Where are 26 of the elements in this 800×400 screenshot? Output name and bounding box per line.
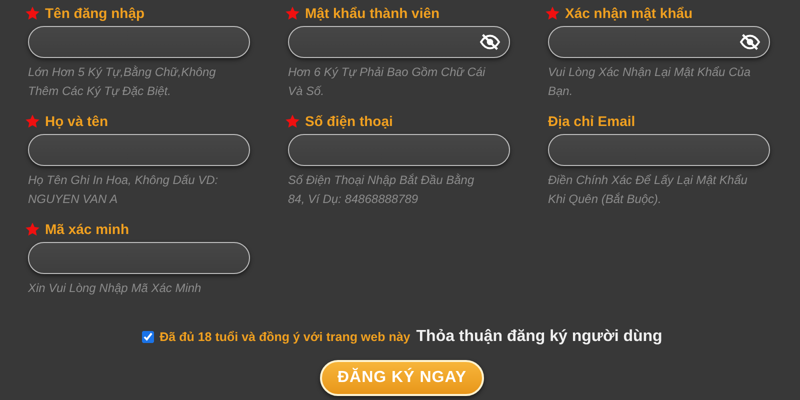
- agree-checkbox[interactable]: [142, 331, 154, 343]
- field-hint: Vui Lòng Xác Nhận Lại Mật Khẩu Của Bạn.: [548, 64, 752, 100]
- field-hint: Hơn 6 Ký Tự Phải Bao Gồm Chữ Cái Và Số.: [288, 64, 486, 100]
- field-label: Mật khẩu thành viên: [305, 5, 440, 21]
- field-hint: Điền Chính Xác Để Lấy Lại Mật Khẩu Khi Quên (Bắt Buộc).: [548, 172, 748, 208]
- field-label: Số điện thoại: [305, 113, 393, 129]
- field-label: Địa chỉ Email: [548, 113, 636, 129]
- field-label: Mã xác minh: [45, 221, 130, 237]
- input-field[interactable]: [548, 26, 770, 58]
- agreement-link[interactable]: Thỏa thuận đăng ký người dùng: [416, 328, 662, 346]
- field-hint: Số Điện Thoại Nhập Bắt Đầu Bằng 84, Ví Dụ: 84868888789: [288, 172, 476, 208]
- input-field[interactable]: [28, 26, 250, 58]
- field-label: Tên đăng nhập: [45, 5, 145, 21]
- input-field[interactable]: [548, 134, 770, 166]
- agreement-text: Đã đủ 18 tuổi và đồng ý với trang web này: [160, 330, 410, 344]
- field-label: Họ và tên: [45, 113, 108, 129]
- field-hint: Họ Tên Ghi In Hoa, Không Dấu VD: NGUYEN VAN A: [28, 172, 220, 208]
- eye-slash-icon[interactable]: [739, 33, 761, 51]
- input-field[interactable]: [28, 134, 250, 166]
- eye-slash-icon[interactable]: [479, 33, 501, 51]
- input-field[interactable]: [288, 26, 510, 58]
- field-hint: Xin Vui Lòng Nhập Mã Xác Minh: [28, 280, 202, 297]
- field-hint: Lớn Hơn 5 Ký Tự,Bằng Chữ,Không Thêm Các Ký Tự Đặc Biệt.: [28, 64, 217, 100]
- field-label: Xác nhận mật khẩu: [565, 5, 693, 21]
- input-field[interactable]: [288, 134, 510, 166]
- input-field[interactable]: [28, 242, 250, 274]
